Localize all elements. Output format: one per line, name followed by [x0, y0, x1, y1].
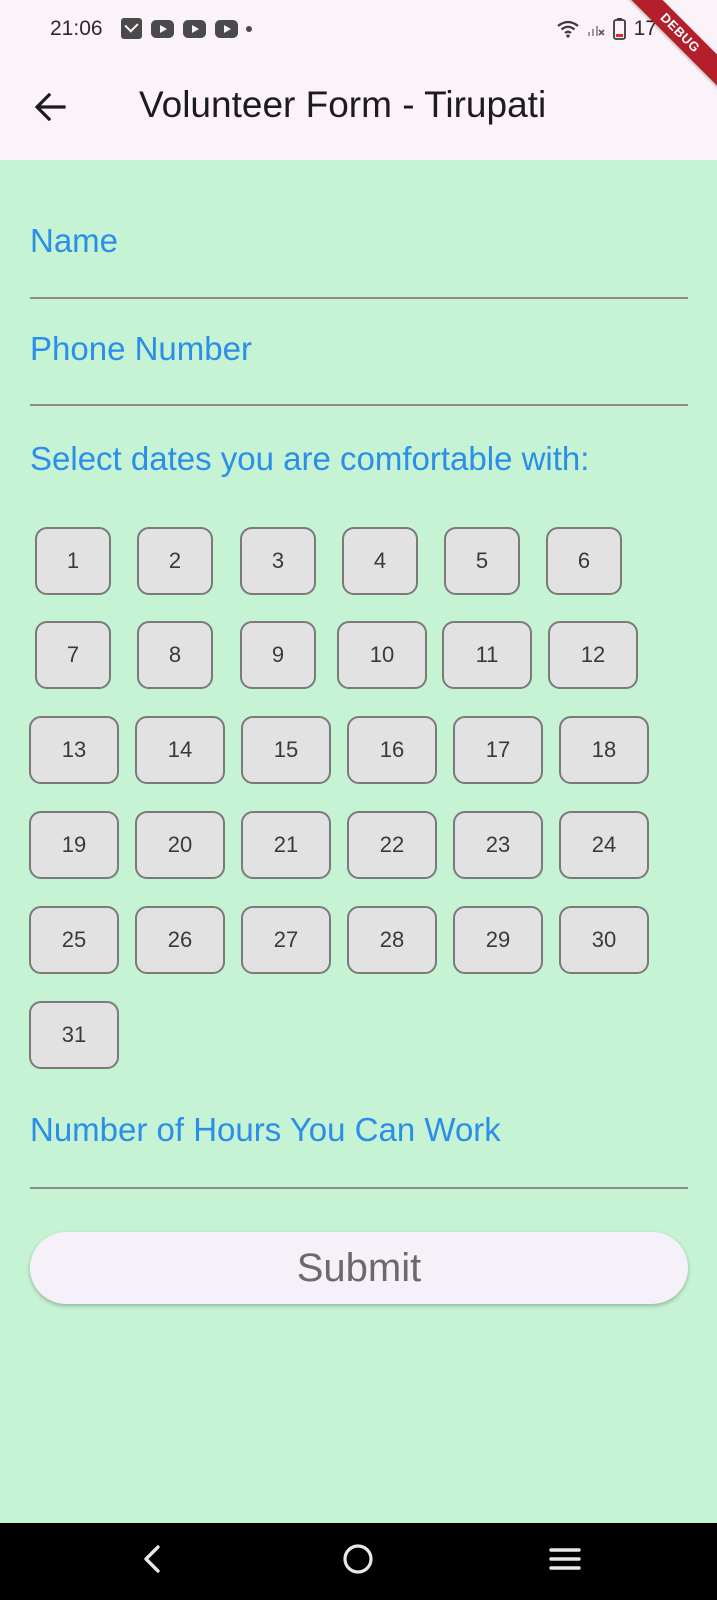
date-chip[interactable]: 30 — [559, 906, 649, 974]
date-chip[interactable]: 27 — [241, 906, 331, 974]
submit-button[interactable]: Submit — [30, 1232, 688, 1304]
mail-icon — [121, 18, 142, 39]
date-chip[interactable]: 7 — [35, 621, 111, 689]
date-chip[interactable]: 12 — [548, 621, 638, 689]
nav-back-icon — [141, 1544, 163, 1579]
date-chip[interactable]: 25 — [29, 906, 119, 974]
date-chip[interactable]: 29 — [453, 906, 543, 974]
date-chip[interactable]: 22 — [347, 811, 437, 879]
date-chip[interactable]: 31 — [29, 1001, 119, 1069]
nav-recents-button[interactable] — [543, 1539, 587, 1583]
date-chip[interactable]: 24 — [559, 811, 649, 879]
date-chip[interactable]: 15 — [241, 716, 331, 784]
more-dot-icon — [246, 25, 252, 32]
status-bar: 21:06 17 — [0, 0, 717, 58]
date-chip[interactable]: 1 — [35, 527, 111, 595]
hours-field[interactable]: Number of Hours You Can Work — [30, 1111, 688, 1189]
youtube-icon — [183, 19, 206, 38]
date-chip[interactable]: 20 — [135, 811, 225, 879]
date-chip[interactable]: 4 — [342, 527, 418, 595]
back-button[interactable] — [22, 81, 78, 137]
app-bar: Volunteer Form - Tirupati — [0, 58, 717, 160]
nav-home-button[interactable] — [336, 1539, 380, 1583]
youtube-icon — [215, 19, 238, 38]
signal-icon — [587, 21, 605, 37]
status-time: 21:06 — [50, 17, 103, 40]
date-chip[interactable]: 16 — [347, 716, 437, 784]
nav-home-icon — [342, 1543, 374, 1580]
date-chip[interactable]: 5 — [444, 527, 520, 595]
phone-number-field[interactable]: Phone Number — [30, 330, 688, 406]
arrow-left-icon — [34, 92, 66, 126]
system-nav-bar — [0, 1523, 717, 1600]
date-chip[interactable]: 2 — [137, 527, 213, 595]
youtube-icon — [151, 19, 174, 38]
date-chip[interactable]: 19 — [29, 811, 119, 879]
date-chip[interactable]: 14 — [135, 716, 225, 784]
notification-icons — [121, 18, 252, 39]
battery-icon — [612, 18, 626, 40]
page-title: Volunteer Form - Tirupati — [139, 84, 547, 125]
date-chip[interactable]: 3 — [240, 527, 316, 595]
dates-label: Select dates you are comfortable with: — [30, 440, 590, 477]
date-chip[interactable]: 17 — [453, 716, 543, 784]
phone-number-field-label: Phone Number — [30, 330, 252, 367]
date-chip[interactable]: 6 — [546, 527, 622, 595]
name-field-label: Name — [30, 222, 119, 259]
date-chip[interactable]: 28 — [347, 906, 437, 974]
date-chip[interactable]: 9 — [240, 621, 316, 689]
date-chip[interactable]: 13 — [29, 716, 119, 784]
name-field[interactable]: Name — [30, 222, 688, 299]
nav-recents-icon — [549, 1546, 581, 1577]
date-chip[interactable]: 11 — [442, 621, 532, 689]
date-chip[interactable]: 18 — [559, 716, 649, 784]
hours-field-label: Number of Hours You Can Work — [30, 1111, 501, 1148]
date-chip[interactable]: 8 — [137, 621, 213, 689]
system-icons: 17 — [556, 17, 657, 41]
date-chip[interactable]: 21 — [241, 811, 331, 879]
wifi-icon — [556, 20, 579, 38]
screen: 21:06 17 DEBUG Volunteer Form - Tirupati… — [0, 0, 717, 1600]
date-chip[interactable]: 10 — [337, 621, 427, 689]
nav-back-button[interactable] — [130, 1539, 174, 1583]
date-chip[interactable]: 26 — [135, 906, 225, 974]
date-chip[interactable]: 23 — [453, 811, 543, 879]
